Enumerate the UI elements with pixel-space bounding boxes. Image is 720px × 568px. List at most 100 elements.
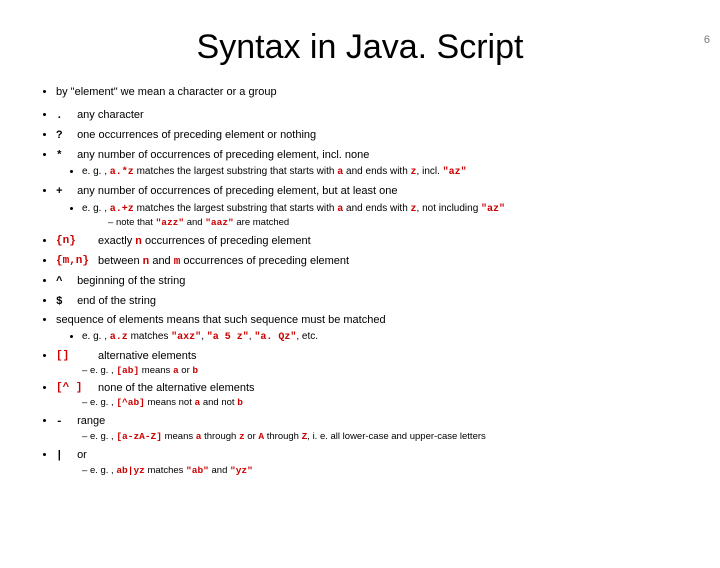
code: a.+z (110, 204, 134, 215)
description: or (77, 449, 87, 461)
text: e. g. , (82, 203, 110, 214)
item-star: * any number of occurrences of preceding… (56, 148, 682, 180)
item-pipe: | or e. g. , ab|yz matches "ab" and "yz" (56, 448, 682, 478)
item-brace-mn: {m,n}between n and m occurrences of prec… (56, 254, 682, 270)
symbol: | (56, 449, 74, 464)
page-title: Syntax in Java. Script (0, 28, 720, 67)
text: between (98, 255, 143, 267)
intro-item: by "element" we mean a character or a gr… (56, 85, 682, 100)
note: note that "azz" and "aaz" are matched (108, 217, 682, 230)
example: e. g. , a.+z matches the largest substri… (82, 202, 682, 230)
text: e. g. , (90, 465, 116, 476)
text: e. g. , (90, 397, 116, 408)
code: a.z (110, 332, 128, 343)
description: any number of occurrences of preceding e… (77, 149, 369, 161)
text: and ends with (343, 166, 410, 177)
item-question: ? one occurrences of preceding element o… (56, 128, 682, 144)
symbol: {n} (56, 234, 98, 249)
text: e. g. , (90, 365, 116, 376)
example: e. g. , a.z matches "axz", "a 5 z", "a. … (82, 330, 682, 345)
content-area: by "element" we mean a character or a gr… (0, 85, 720, 477)
code: [ab] (116, 365, 139, 376)
code: "a. Qz" (254, 332, 296, 343)
text: means (162, 431, 196, 442)
text: means (139, 365, 173, 376)
symbol: [^ ] (56, 381, 98, 396)
text: and (184, 217, 205, 228)
example: e. g. , [a-zA-Z] means a through z or A … (82, 431, 682, 444)
text: , etc. (296, 331, 318, 342)
text: occurrences of preceding element (142, 235, 311, 247)
code: "aaz" (205, 217, 234, 228)
symbol: - (56, 415, 74, 430)
code: b (192, 365, 198, 376)
code: b (237, 397, 243, 408)
text: through (264, 431, 302, 442)
text: exactly (98, 235, 135, 247)
text: means not (145, 397, 195, 408)
text: or (245, 431, 259, 442)
item-brace-n: {n}exactly n occurrences of preceding el… (56, 234, 682, 250)
text: e. g. , (82, 166, 110, 177)
item-caret: ^ beginning of the string (56, 274, 682, 290)
item-neg-brackets: [^ ]none of the alternative elements e. … (56, 381, 682, 410)
code: n (135, 236, 142, 248)
intro-text: by "element" we mean a character or a gr… (56, 86, 277, 98)
text: occurrences of preceding element (180, 255, 349, 267)
text: matches (145, 465, 186, 476)
text: through (201, 431, 239, 442)
symbol: {m,n} (56, 254, 98, 269)
text: , incl. (417, 166, 443, 177)
description: any number of occurrences of preceding e… (77, 185, 397, 197)
description: one occurrences of preceding element or … (77, 129, 316, 141)
code: ab|yz (116, 465, 145, 476)
text: or (179, 365, 193, 376)
text: , i. e. all lower-case and upper-case le… (307, 431, 485, 442)
symbol: . (56, 109, 74, 124)
code: a.*z (110, 167, 134, 178)
symbol: ? (56, 129, 74, 144)
example: e. g. , [^ab] means not a and not b (82, 397, 682, 410)
text: and ends with (343, 203, 410, 214)
code: [a-zA-Z] (116, 431, 162, 442)
symbol: * (56, 149, 74, 164)
symbol: $ (56, 295, 74, 310)
item-sequence: sequence of elements means that such seq… (56, 313, 682, 344)
item-plus: + any number of occurrences of preceding… (56, 184, 682, 230)
code: "az" (443, 167, 467, 178)
description: none of the alternative elements (98, 382, 255, 394)
description: range (77, 415, 105, 427)
text: e. g. , (82, 331, 110, 342)
text: and not (200, 397, 237, 408)
symbol: + (56, 185, 74, 200)
example: e. g. , a.*z matches the largest substri… (82, 165, 682, 180)
text: and (149, 255, 173, 267)
code: "axz" (171, 332, 201, 343)
text: and (209, 465, 230, 476)
description: sequence of elements means that such seq… (56, 314, 386, 326)
symbol: ^ (56, 275, 74, 290)
code: "ab" (186, 465, 209, 476)
description: beginning of the string (77, 275, 185, 287)
item-dot: . any character (56, 108, 682, 124)
text: e. g. , (90, 431, 116, 442)
text: note that (116, 217, 156, 228)
description: end of the string (77, 295, 156, 307)
description: alternative elements (98, 350, 196, 362)
bullet-list: by "element" we mean a character or a gr… (38, 85, 682, 477)
description: any character (77, 109, 144, 121)
text: , not including (417, 203, 482, 214)
text: matches (128, 331, 171, 342)
code: "a 5 z" (207, 332, 249, 343)
code: "yz" (230, 465, 253, 476)
example: e. g. , ab|yz matches "ab" and "yz" (82, 465, 682, 478)
page-number: 6 (704, 34, 710, 46)
text: are matched (234, 217, 289, 228)
item-dash: - range e. g. , [a-zA-Z] means a through… (56, 414, 682, 444)
text: matches the largest substring that start… (134, 203, 337, 214)
code: "azz" (156, 217, 185, 228)
item-dollar: $ end of the string (56, 294, 682, 310)
symbol: [] (56, 349, 98, 364)
example: e. g. , [ab] means a or b (82, 365, 682, 378)
text: matches the largest substring that start… (134, 166, 337, 177)
